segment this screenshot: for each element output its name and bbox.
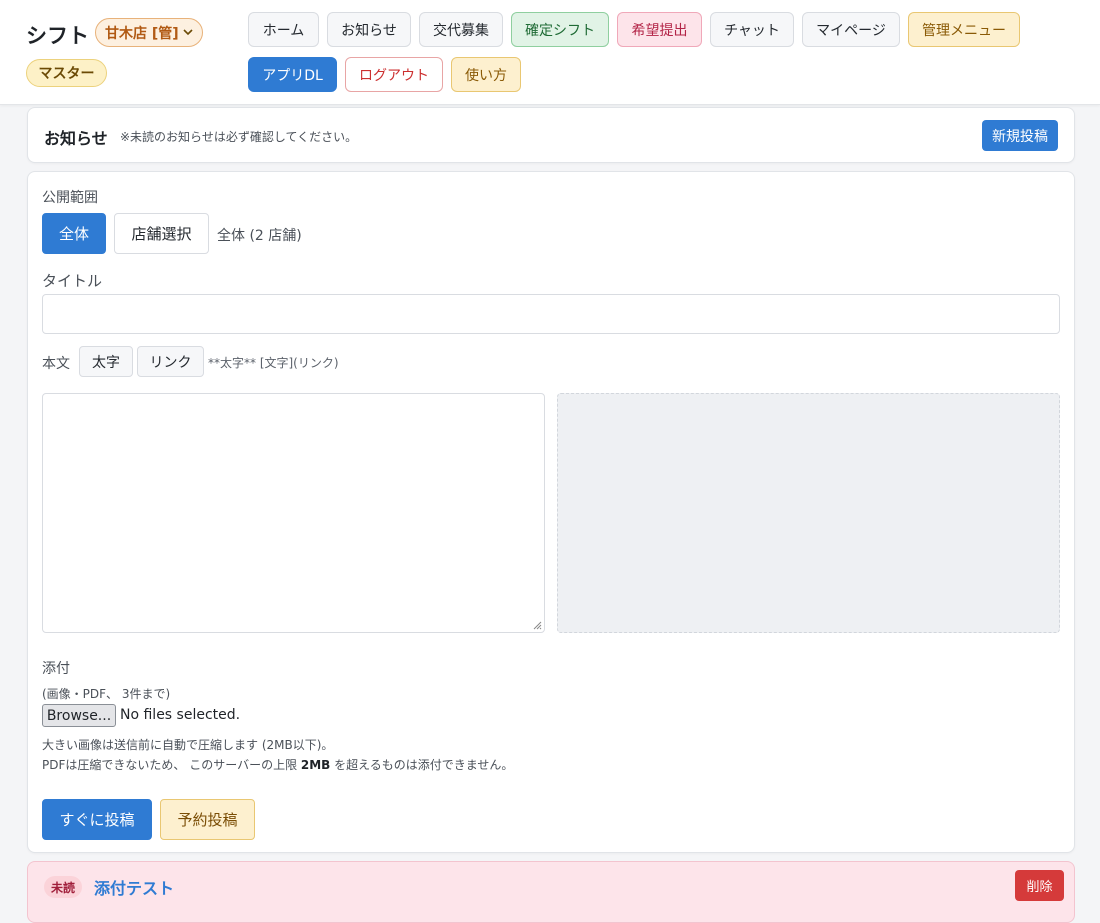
nav-chat-button[interactable]: チャット (710, 12, 794, 47)
nav-howto-button[interactable]: 使い方 (451, 57, 521, 92)
title-label: タイトル (42, 272, 103, 290)
post-list-item[interactable]: 未読 添付テスト 削除 (27, 861, 1075, 923)
nav-logout-button[interactable]: ログアウト (345, 57, 443, 92)
app-header: シフト 甘木店 [管] マスター ホーム お知らせ 交代募集 確定シフト 希望提… (0, 0, 1100, 105)
nav-submit-request-button[interactable]: 希望提出 (617, 12, 702, 47)
nav-mypage-button[interactable]: マイページ (802, 12, 900, 47)
resize-grip-icon[interactable] (532, 620, 542, 630)
nav-notices-button[interactable]: お知らせ (327, 12, 411, 47)
chevron-down-icon (183, 29, 193, 36)
store-select[interactable]: 甘木店 [管] (95, 18, 203, 47)
pdf-note-limit: 2MB (300, 758, 331, 772)
scope-status: 全体 (2 店舗) (217, 228, 302, 244)
scope-label: 公開範囲 (42, 190, 98, 206)
role-badge: マスター (26, 59, 107, 87)
nav-app-download-button[interactable]: アプリDL (248, 57, 337, 92)
delete-button[interactable]: 削除 (1015, 870, 1064, 901)
file-browse-button[interactable]: Browse... (42, 704, 116, 727)
schedule-post-button[interactable]: 予約投稿 (160, 799, 255, 840)
scope-store-select-button[interactable]: 店舗選択 (114, 213, 209, 254)
section-title: お知らせ (44, 129, 108, 148)
scope-all-button[interactable]: 全体 (42, 213, 106, 254)
compress-note: 大きい画像は送信前に自動で圧縮します (2MB以下)。 (42, 738, 334, 752)
pdf-note: PDFは圧縮できないため、 このサーバーの上限 2MB を超えるものは添付できま… (42, 756, 513, 773)
body-label: 本文 (42, 356, 70, 372)
unread-badge: 未読 (44, 876, 82, 898)
new-post-button[interactable]: 新規投稿 (982, 120, 1058, 151)
body-preview (557, 393, 1060, 633)
bold-format-button[interactable]: 太字 (79, 346, 133, 377)
store-select-label: 甘木店 [管] (105, 25, 179, 42)
file-status: No files selected. (120, 707, 241, 723)
nav-home-button[interactable]: ホーム (248, 12, 319, 47)
nav-admin-menu-button[interactable]: 管理メニュー (908, 12, 1020, 47)
nav-confirmed-shift-button[interactable]: 確定シフト (511, 12, 609, 47)
section-note: ※未読のお知らせは必ず確認してください。 (120, 130, 358, 144)
title-input[interactable] (42, 294, 1060, 334)
attach-label: 添付 (42, 661, 70, 677)
app-title: シフト (26, 24, 89, 48)
format-hint: **太字** [文字](リンク) (208, 356, 339, 370)
body-textarea[interactable] (42, 393, 545, 633)
post-title[interactable]: 添付テスト (94, 875, 174, 899)
notice-header-card: お知らせ ※未読のお知らせは必ず確認してください。 新規投稿 (27, 107, 1075, 163)
attach-hint: (画像・PDF、 3件まで) (42, 687, 171, 701)
nav-swap-request-button[interactable]: 交代募集 (419, 12, 503, 47)
post-now-button[interactable]: すぐに投稿 (42, 799, 152, 840)
post-form-card: 公開範囲 全体 店舗選択 全体 (2 店舗) タイトル 本文 太字 リンク **… (27, 171, 1075, 853)
pdf-note-before: PDFは圧縮できないため、 このサーバーの上限 (42, 758, 301, 772)
pdf-note-after: を超えるものは添付できません。 (330, 758, 514, 772)
link-format-button[interactable]: リンク (137, 346, 204, 377)
